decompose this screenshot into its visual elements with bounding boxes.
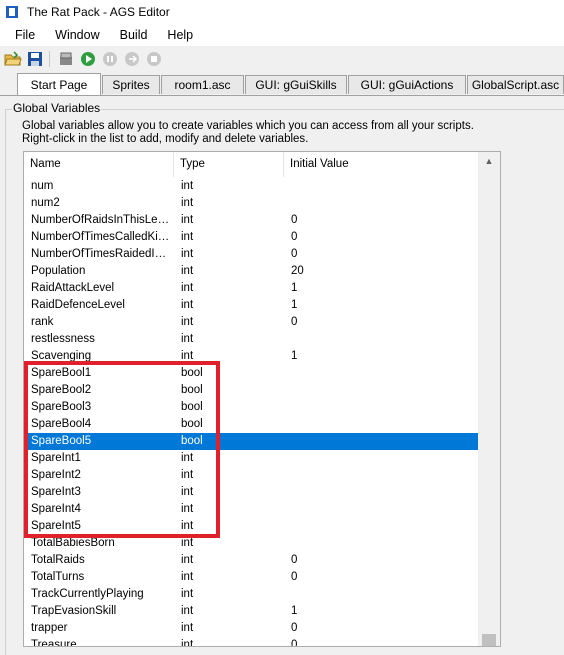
table-row[interactable]: trapper int 0	[24, 620, 478, 637]
cell-name: num2	[31, 197, 60, 209]
cell-initial-value: 1	[291, 299, 298, 311]
menu-help[interactable]: Help	[159, 28, 201, 42]
cell-initial-value: 1	[291, 350, 298, 362]
cell-initial-value: 1	[291, 282, 298, 294]
cell-name: num	[31, 180, 54, 192]
tab-globalscript-asc[interactable]: GlobalScript.asc	[467, 75, 564, 94]
step-icon[interactable]	[123, 50, 141, 68]
cell-name: restlessness	[31, 333, 95, 345]
table-row[interactable]: TrackCurrentlyPlaying int	[24, 586, 478, 603]
table-row[interactable]: rank int 0	[24, 314, 478, 331]
table-row[interactable]: Treasure int 0	[24, 637, 478, 647]
cell-type: int	[181, 571, 194, 583]
column-header-type[interactable]: Type	[174, 152, 284, 177]
table-row[interactable]: num2 int	[24, 195, 478, 212]
column-header-name[interactable]: Name	[24, 152, 174, 177]
table-row[interactable]: TotalRaids int 0	[24, 552, 478, 569]
window-title: The Rat Pack - AGS Editor	[27, 5, 170, 19]
build-icon[interactable]	[57, 50, 75, 68]
tab-gui-gguiskills[interactable]: GUI: gGuiSkills	[245, 75, 347, 94]
tab-gui-gguiactions[interactable]: GUI: gGuiActions	[348, 75, 466, 94]
table-row[interactable]: NumberOfTimesRaidedInT... int 0	[24, 246, 478, 263]
cell-type: int	[181, 316, 194, 328]
column-header-initial-value[interactable]: Initial Value	[284, 152, 478, 177]
cell-initial-value: 0	[291, 622, 298, 634]
cell-type: int	[181, 639, 194, 647]
menu-bar: File Window Build Help	[0, 24, 564, 46]
cell-initial-value: 20	[291, 265, 304, 277]
pause-icon[interactable]	[101, 50, 119, 68]
cell-type: int	[181, 282, 194, 294]
cell-type: int	[181, 588, 194, 600]
cell-type: int	[181, 180, 194, 192]
cell-initial-value: 1	[291, 605, 298, 617]
table-row[interactable]: TrapEvasionSkill int 1	[24, 603, 478, 620]
menu-build[interactable]: Build	[112, 28, 156, 42]
cell-name: TrackCurrentlyPlaying	[31, 588, 144, 600]
cell-name: trapper	[31, 622, 68, 634]
table-row[interactable]: num int	[24, 178, 478, 195]
cell-name: NumberOfTimesRaidedInT...	[31, 248, 171, 260]
toolbar-separator	[49, 51, 50, 67]
table-row[interactable]: RaidDefenceLevel int 1	[24, 297, 478, 314]
cell-name: RaidDefenceLevel	[31, 299, 125, 311]
menu-window[interactable]: Window	[47, 28, 107, 42]
cell-initial-value: 0	[291, 214, 298, 226]
tab-start-page[interactable]: Start Page	[17, 73, 101, 95]
cell-type: int	[181, 197, 194, 209]
cell-type: int	[181, 214, 194, 226]
list-header: Name Type Initial Value	[24, 152, 478, 177]
cell-initial-value: 0	[291, 316, 298, 328]
title-bar: The Rat Pack - AGS Editor	[0, 0, 564, 24]
description-line-2: Right-click in the list to add, modify a…	[22, 133, 309, 145]
table-row[interactable]: Population int 20	[24, 263, 478, 280]
cell-type: int	[181, 299, 194, 311]
cell-type: int	[181, 248, 194, 260]
group-title: Global Variables	[12, 101, 102, 115]
red-highlight-box	[24, 361, 220, 538]
cell-type: int	[181, 333, 194, 345]
cell-name: NumberOfRaidsInThisLevel	[31, 214, 171, 226]
table-row[interactable]: NumberOfTimesCalledKing... int 0	[24, 229, 478, 246]
scrollbar-thumb[interactable]	[482, 634, 496, 646]
cell-type: int	[181, 605, 194, 617]
cell-initial-value: 0	[291, 571, 298, 583]
table-row[interactable]: restlessness int	[24, 331, 478, 348]
table-row[interactable]: NumberOfRaidsInThisLevel int 0	[24, 212, 478, 229]
cell-initial-value: 0	[291, 554, 298, 566]
toolbar	[0, 47, 564, 71]
tab-sprites[interactable]: Sprites	[102, 75, 160, 94]
cell-name: RaidAttackLevel	[31, 282, 115, 294]
cell-name: NumberOfTimesCalledKing...	[31, 231, 171, 243]
cell-initial-value: 0	[291, 248, 298, 260]
cell-type: int	[181, 231, 194, 243]
cell-name: TotalTurns	[31, 571, 85, 583]
table-row[interactable]: TotalTurns int 0	[24, 569, 478, 586]
app-icon	[6, 6, 18, 18]
table-row[interactable]: RaidAttackLevel int 1	[24, 280, 478, 297]
cell-initial-value: 0	[291, 639, 298, 647]
cell-name: TrapEvasionSkill	[31, 605, 117, 617]
cell-initial-value: 0	[291, 231, 298, 243]
cell-type: int	[181, 622, 194, 634]
cell-type: int	[181, 265, 194, 277]
cell-name: Population	[31, 265, 86, 277]
description-line-1: Global variables allow you to create var…	[22, 120, 474, 132]
vertical-scrollbar[interactable]: ▲	[478, 152, 500, 646]
save-icon[interactable]	[26, 50, 44, 68]
cell-name: TotalRaids	[31, 554, 85, 566]
menu-file[interactable]: File	[7, 28, 43, 42]
document-tabs: Start Page Sprites room1.asc GUI: gGuiSk…	[0, 73, 564, 95]
run-icon[interactable]	[79, 50, 97, 68]
cell-name: Treasure	[31, 639, 77, 647]
cell-name: rank	[31, 316, 54, 328]
cell-type: int	[181, 554, 194, 566]
scroll-up-arrow-icon[interactable]: ▲	[478, 152, 500, 169]
open-folder-icon[interactable]	[4, 50, 22, 68]
stop-icon[interactable]	[145, 50, 163, 68]
tab-room1-asc[interactable]: room1.asc	[161, 75, 244, 94]
panel-description: Global variables allow you to create var…	[22, 120, 474, 146]
